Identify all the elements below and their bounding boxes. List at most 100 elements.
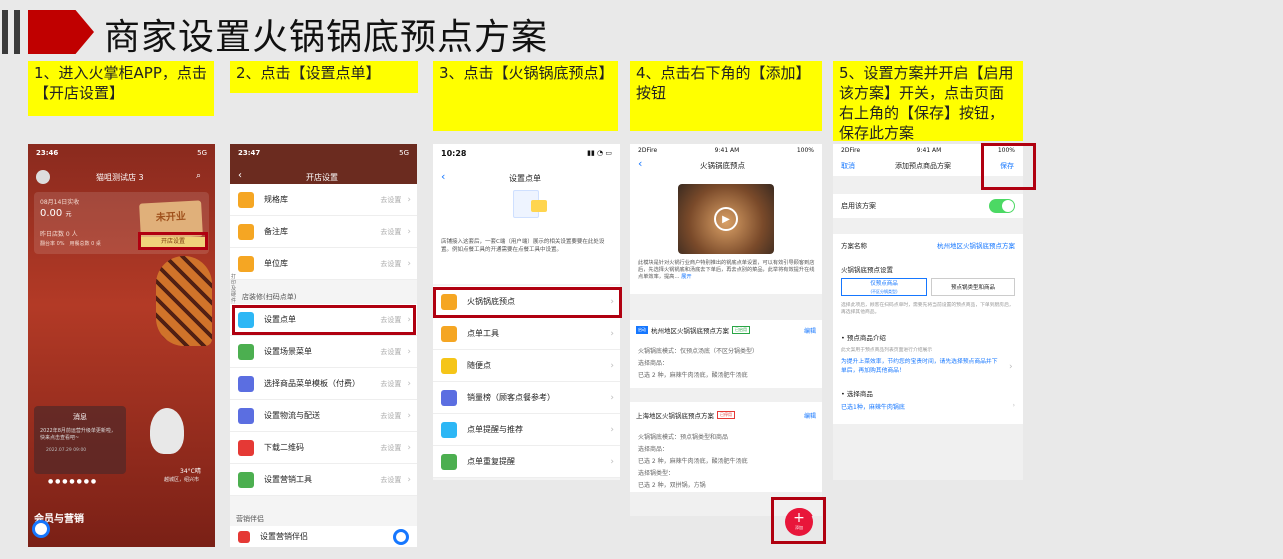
status-signal: 5G bbox=[197, 149, 207, 157]
plan-header: 上海地区火锅锅底预点方案 已停用 编辑 bbox=[636, 410, 816, 420]
enable-label: 启用该方案 bbox=[841, 202, 876, 210]
scene-menu-icon bbox=[238, 343, 254, 360]
order-item-reminder[interactable]: 点单提醒与推荐 › bbox=[433, 414, 620, 446]
row-label: 选择商品菜单模板（付费） bbox=[264, 379, 360, 388]
setting-row-unit[interactable]: 单位库 去设置 › bbox=[230, 248, 417, 280]
highlight-order-setting bbox=[232, 305, 416, 335]
chevron-right-icon: › bbox=[407, 226, 411, 237]
intro-label-text: 预点商品介绍 bbox=[846, 334, 886, 342]
goods-value: 已选1种，麻辣牛肉锅底 bbox=[841, 404, 905, 411]
amount-unit: 元 bbox=[65, 211, 72, 218]
cancel-button[interactable]: 取消 bbox=[841, 161, 855, 171]
logistics-icon bbox=[238, 407, 254, 424]
form-card: 方案名称 杭州地区火锅锅底预点方案 火锅锅底预点设置 仅预点商品 (不区分锅类型… bbox=[833, 234, 1023, 424]
group-label: 店装修(扫码点单) bbox=[242, 293, 297, 301]
step-2: 2、点击【设置点单】 bbox=[230, 61, 418, 93]
weather: 34°C晴 bbox=[180, 468, 201, 475]
highlight-shop-setting bbox=[138, 232, 208, 250]
chevron-right-icon: › bbox=[407, 378, 411, 389]
goods-row[interactable]: 已选1种，麻辣牛肉锅底 › bbox=[841, 402, 1015, 411]
row-hint: 去设置 bbox=[380, 195, 402, 204]
stats: 翻台率 0% 用餐总数 0 桌 bbox=[40, 241, 101, 247]
step-5: 5、设置方案并开启【启用该方案】开关，点击页面右上角的【保存】按钮，保存此方案 bbox=[833, 61, 1023, 142]
back-icon[interactable]: ‹ bbox=[638, 157, 642, 170]
search-icon[interactable]: ⌕ bbox=[196, 171, 201, 181]
chevron-right-icon: › bbox=[610, 392, 614, 403]
intro-label: • 预点商品介绍 bbox=[841, 334, 886, 342]
expand-link[interactable]: 展开 bbox=[681, 274, 691, 280]
description: 店铺接入这套后，一套C端（用户端）展示的相关设置要要在此处设置。例如点餐工具的开… bbox=[441, 239, 605, 253]
phone-screenshot-5: 2DFire 9:41 AM 100% 取消 添加预点商品方案 保存 启用该方案… bbox=[833, 144, 1023, 480]
plan-edit-button[interactable]: 编辑 bbox=[804, 411, 816, 420]
step-3: 3、点击【火锅锅底预点】 bbox=[433, 61, 618, 131]
setting-row-menu-template[interactable]: 选择商品菜单模板（付费） 去设置 › bbox=[230, 368, 417, 400]
plan-status: 已停用 bbox=[717, 411, 735, 419]
setting-row-qrcode[interactable]: 下载二维码 去设置 › bbox=[230, 432, 417, 464]
menu-template-icon bbox=[238, 375, 254, 392]
intro-input[interactable]: 为提升上菜效率，节约您的宝贵时间，请先选择预点商品并下单后，再加购其他商品！ bbox=[841, 358, 1001, 376]
closed-badge: 未开业 bbox=[155, 211, 187, 224]
row-label: 下载二维码 bbox=[264, 443, 304, 452]
intro-text: 此模块是针对火锅行业商户特别推出的锅底点单设置，可以有效引导顾客到店后，先选择火… bbox=[638, 260, 816, 281]
plan-edit-button[interactable]: 编辑 bbox=[804, 326, 816, 335]
message-body: 2022年8月前运营升级单更新啦，快来点击查看吧~ bbox=[40, 428, 116, 441]
home-button-icon[interactable] bbox=[32, 520, 50, 538]
message-card[interactable]: 消息 2022年8月前运营升级单更新啦，快来点击查看吧~ 2022.07.29 … bbox=[34, 406, 126, 474]
order-item-ranking[interactable]: 销量榜（顾客点餐参考） › bbox=[433, 382, 620, 414]
option-goods-only[interactable]: 仅预点商品 (不区分锅类型) bbox=[841, 278, 927, 296]
back-icon[interactable]: ‹ bbox=[238, 170, 242, 181]
name-label: 方案名称 bbox=[841, 242, 867, 250]
name-input[interactable]: 杭州地区火锅锅底预点方案 bbox=[937, 240, 1015, 250]
option-pot-and-goods[interactable]: 预点锅类型和商品 bbox=[931, 278, 1015, 296]
goods-label: • 选择商品 bbox=[841, 390, 873, 398]
store-name[interactable]: 猫咀测试店 3 bbox=[96, 172, 144, 183]
order-item-casual[interactable]: 随便点 › bbox=[433, 350, 620, 382]
option-sub: (不区分锅类型) bbox=[870, 289, 898, 294]
play-icon[interactable]: ▶ bbox=[714, 207, 738, 231]
chevron-right-icon: › bbox=[1012, 402, 1015, 409]
plan-pot: 已选 2 种，双拼锅，方锅 bbox=[638, 482, 706, 489]
chevron-right-icon: › bbox=[610, 328, 614, 339]
row-label: 单位库 bbox=[264, 259, 288, 268]
mode-hint: 选择此项后，顾客在扫码点单时，需要先将当前设置的预点商品，下单到厨房后，再选择其… bbox=[841, 303, 1014, 315]
status-carrier: 2DFire bbox=[638, 146, 658, 154]
plan-card-1: 启动 杭州地区火锅锅底预点方案 已启用 编辑 火锅锅底模式：仅预点汤底（不区分锅… bbox=[630, 320, 822, 388]
nav-title: 添加预点商品方案 bbox=[895, 162, 951, 170]
setting-row-remark[interactable]: 备注库 去设置 › bbox=[230, 216, 417, 248]
row-hint: 去设置 bbox=[380, 443, 402, 452]
chevron-right-icon: › bbox=[407, 194, 411, 205]
partner-icon bbox=[238, 530, 250, 543]
header-bar-right bbox=[14, 10, 20, 54]
chevron-right-icon: › bbox=[1009, 362, 1013, 372]
nav-title: 设置点单 bbox=[509, 174, 541, 183]
order-item-tools[interactable]: 点单工具 › bbox=[433, 318, 620, 350]
amount-value: 0.00 bbox=[40, 208, 63, 219]
setting-row-marketing-partner[interactable]: 设置营销伴侣 bbox=[230, 526, 417, 547]
setting-row-spec[interactable]: 规格库 去设置 › bbox=[230, 184, 417, 216]
back-icon[interactable]: ‹ bbox=[441, 170, 445, 183]
row-label: 点单工具 bbox=[467, 329, 499, 338]
marketing-icon bbox=[238, 471, 254, 488]
plan-header: 启动 杭州地区火锅锅底预点方案 已启用 编辑 bbox=[636, 325, 816, 335]
message-time: 2022.07.29 09:00 bbox=[46, 448, 87, 453]
name-row: 方案名称 杭州地区火锅锅底预点方案 bbox=[841, 240, 1015, 250]
header-arrow-icon bbox=[28, 10, 94, 54]
row-label: 设置营销伴侣 bbox=[260, 532, 308, 541]
row-label: 随便点 bbox=[467, 361, 491, 370]
row-hint: 去设置 bbox=[380, 227, 402, 236]
order-item-duplicate[interactable]: 点单重复提醒 › bbox=[433, 446, 620, 478]
assistant-icon[interactable] bbox=[393, 528, 409, 545]
avatar[interactable] bbox=[36, 170, 50, 184]
group-label-2: 营销伴侣 bbox=[236, 515, 264, 523]
setting-row-marketing[interactable]: 设置营销工具 去设置 › bbox=[230, 464, 417, 496]
intro-hint: 此文案用于预点商品列表页面进行介绍展示 bbox=[841, 348, 933, 353]
enable-toggle[interactable] bbox=[989, 199, 1015, 213]
intro-video[interactable]: ▶ bbox=[678, 184, 774, 254]
setting-row-logistics[interactable]: 设置物流与配送 去设置 › bbox=[230, 400, 417, 432]
enable-row: 启用该方案 bbox=[833, 194, 1023, 218]
phone-screenshot-2: 23:47 5G ‹ 开店设置 规格库 去设置 › 备注库 去设置 › 单位库 去设… bbox=[230, 144, 417, 547]
setting-row-scene-menu[interactable]: 设置场景菜单 去设置 › bbox=[230, 336, 417, 368]
status-time: 9:41 AM bbox=[916, 146, 942, 154]
tools-icon bbox=[441, 325, 457, 342]
phone-screenshot-1: 23:46 5G 猫咀测试店 3 ⌕ 08月14日实收 0.00 元 昨日店数 … bbox=[28, 144, 215, 547]
